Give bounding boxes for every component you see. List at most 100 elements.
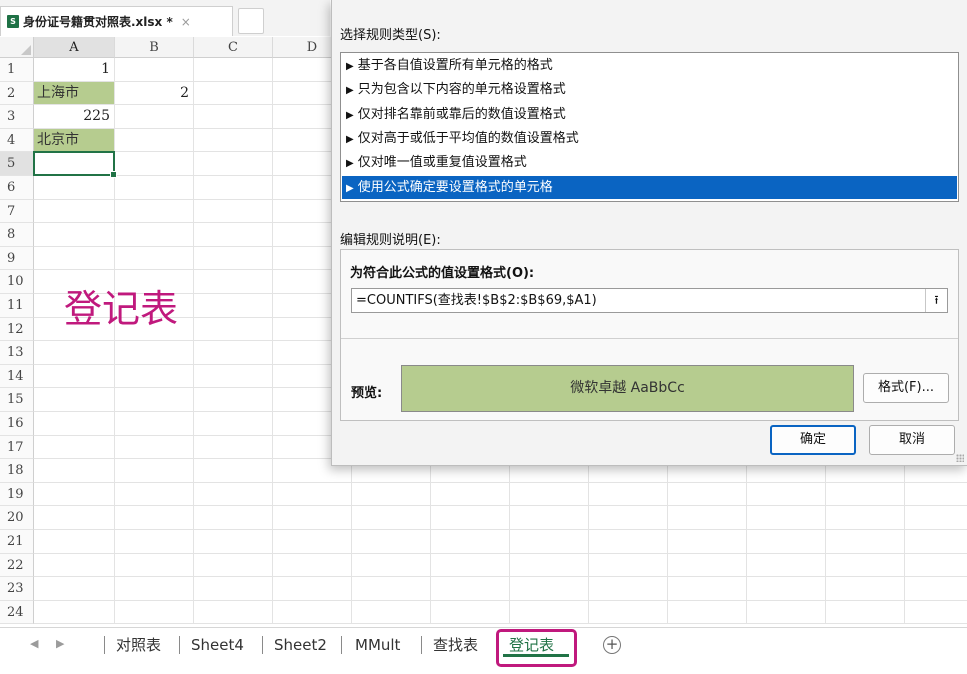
sheet-tab-4[interactable]: 查找表 <box>433 633 478 657</box>
sheet-tab-0[interactable]: 对照表 <box>116 633 161 657</box>
rule-type-item-3[interactable]: ▶ 仅对高于或低于平均值的数值设置格式 <box>342 127 957 150</box>
row-header-4[interactable]: 4 <box>0 128 34 153</box>
formula-input[interactable]: =COUNTIFS(查找表!$B$2:$B$69,$A1) ⭱ <box>351 288 948 313</box>
rule-type-label: 使用公式确定要设置格式的单元格 <box>357 179 553 195</box>
row-gridline <box>34 529 967 530</box>
rule-arrow-icon: ▶ <box>346 182 354 194</box>
rule-arrow-icon: ▶ <box>346 85 354 97</box>
edit-rule-label: 编辑规则说明(E): <box>340 233 441 248</box>
column-gridline <box>272 58 273 625</box>
row-gridline <box>34 576 967 578</box>
sheet-tab-1[interactable]: Sheet4 <box>191 633 244 657</box>
select-all-corner[interactable] <box>0 37 34 58</box>
row-header-16[interactable]: 16 <box>0 412 34 436</box>
rule-arrow-icon: ▶ <box>346 158 354 170</box>
row-header-23[interactable]: 23 <box>0 577 34 601</box>
rule-type-item-0[interactable]: ▶ 基于各自值设置所有单元格的格式 <box>342 54 957 77</box>
sheet-tab-separator <box>104 636 105 654</box>
rule-type-label: 只为包含以下内容的单元格设置格式 <box>357 82 566 98</box>
row-header-10[interactable]: 10 <box>0 270 34 294</box>
row-header-15[interactable]: 15 <box>0 388 34 412</box>
rule-type-item-2[interactable]: ▶ 仅对排名靠前或靠后的数值设置格式 <box>342 103 957 126</box>
row-header-9[interactable]: 9 <box>0 246 34 271</box>
rule-type-list[interactable]: ▶ 基于各自值设置所有单元格的格式 ▶ 只为包含以下内容的单元格设置格式 ▶ 仅对排名靠前… <box>340 52 959 202</box>
row-gridline <box>34 623 967 625</box>
rule-type-label: 仅对高于或低于平均值的数值设置格式 <box>357 130 579 146</box>
cell-a1[interactable]: 1 <box>34 58 114 80</box>
rule-type-item-5[interactable]: ▶ 使用公式确定要设置格式的单元格 <box>342 175 957 199</box>
row-header-5[interactable]: 5 <box>0 152 34 176</box>
sheet-annotation: 登记表 <box>64 287 179 331</box>
resize-grip-icon[interactable] <box>956 454 964 462</box>
row-header-24[interactable]: 24 <box>0 600 34 625</box>
sheet-tab-separator <box>179 636 180 654</box>
new-formatting-rule-dialog: 选择规则类型(S): ▶ 基于各自值设置所有单元格的格式 ▶ 只为包含以下内容的单元格… <box>331 0 967 466</box>
sheet-tab-2[interactable]: Sheet2 <box>274 633 327 657</box>
row-header-21[interactable]: 21 <box>0 530 34 554</box>
sheet-tab-separator <box>262 636 263 654</box>
format-button[interactable]: 格式(F)... <box>863 373 949 403</box>
select-rule-type-label: 选择规则类型(S): <box>340 28 441 43</box>
file-tab-name: 身份证号籍贯对照表.xlsx * <box>23 15 173 29</box>
cell-a2[interactable]: 上海市 <box>34 81 114 104</box>
prev-sheet-icon[interactable]: ◀ <box>30 637 38 650</box>
sheet-tab-separator <box>341 636 342 654</box>
rule-description-panel: 为符合此公式的值设置格式(O): =COUNTIFS(查找表!$B$2:$B$6… <box>340 249 959 421</box>
row-header-22[interactable]: 22 <box>0 553 34 578</box>
row-gridline <box>34 481 967 483</box>
active-cell-selection[interactable] <box>33 151 117 178</box>
close-icon[interactable]: × <box>181 15 191 29</box>
row-header-19[interactable]: 19 <box>0 482 34 507</box>
rule-type-label: 仅对排名靠前或靠后的数值设置格式 <box>357 106 566 122</box>
row-gridline <box>34 552 967 554</box>
sheet-tab-separator <box>421 636 422 654</box>
panel-divider <box>341 338 958 339</box>
cell-a4[interactable]: 北京市 <box>34 128 114 151</box>
row-header-17[interactable]: 17 <box>0 435 34 460</box>
row-header-13[interactable]: 13 <box>0 341 34 365</box>
rule-arrow-icon: ▶ <box>346 61 354 72</box>
rule-arrow-icon: ▶ <box>346 109 354 121</box>
row-header-2[interactable]: 2 <box>0 81 34 106</box>
rule-type-item-1[interactable]: ▶ 只为包含以下内容的单元格设置格式 <box>342 78 957 101</box>
annotation-highlight-box <box>496 629 577 667</box>
sheet-tab-3[interactable]: MMult <box>355 633 400 657</box>
rule-type-label: 仅对唯一值或重复值设置格式 <box>357 155 527 171</box>
rule-arrow-icon: ▶ <box>346 133 354 145</box>
row-header-3[interactable]: 3 <box>0 105 34 129</box>
file-tab-bar: S 身份证号籍贯对照表.xlsx * × <box>0 0 330 36</box>
add-sheet-button[interactable]: + <box>603 636 621 654</box>
ok-button[interactable]: 确定 <box>770 425 856 455</box>
column-header-a[interactable]: A <box>34 37 115 58</box>
collapse-dialog-icon[interactable]: ⭱ <box>925 289 947 312</box>
row-gridline <box>34 505 967 507</box>
row-header-7[interactable]: 7 <box>0 199 34 224</box>
column-header-c[interactable]: C <box>194 37 273 58</box>
row-header-6[interactable]: 6 <box>0 176 34 200</box>
cell-b2[interactable]: 2 <box>115 82 193 104</box>
row-header-11[interactable]: 11 <box>0 294 34 318</box>
column-gridline <box>193 58 194 625</box>
sheet-tab-bar: ◀ ▶ 对照表 Sheet4 Sheet2 MMult 查找表 登记表 <box>0 627 967 674</box>
formula-label: 为符合此公式的值设置格式(O): <box>350 266 535 281</box>
cell-a3[interactable]: 225 <box>34 105 114 127</box>
row-header-8[interactable]: 8 <box>0 223 34 247</box>
row-header-1[interactable]: 1 <box>0 58 34 82</box>
column-gridline <box>114 58 115 625</box>
row-header-20[interactable]: 20 <box>0 506 34 530</box>
formula-value: =COUNTIFS(查找表!$B$2:$B$69,$A1) <box>356 293 597 308</box>
next-sheet-icon[interactable]: ▶ <box>56 637 64 650</box>
cancel-button[interactable]: 取消 <box>869 425 955 455</box>
rule-type-label: 基于各自值设置所有单元格的格式 <box>357 58 553 73</box>
row-header-12[interactable]: 12 <box>0 317 34 342</box>
rule-type-item-4[interactable]: ▶ 仅对唯一值或重复值设置格式 <box>342 151 957 174</box>
row-header-14[interactable]: 14 <box>0 364 34 389</box>
new-tab-button[interactable] <box>238 8 264 34</box>
file-tab[interactable]: S 身份证号籍贯对照表.xlsx * × <box>0 6 233 36</box>
format-preview: 微软卓越 AaBbCc <box>401 365 854 412</box>
excel-file-icon: S <box>7 15 19 28</box>
preview-label: 预览: <box>351 386 383 401</box>
column-header-b[interactable]: B <box>115 37 194 58</box>
row-gridline <box>34 599 967 601</box>
row-header-18[interactable]: 18 <box>0 459 34 483</box>
